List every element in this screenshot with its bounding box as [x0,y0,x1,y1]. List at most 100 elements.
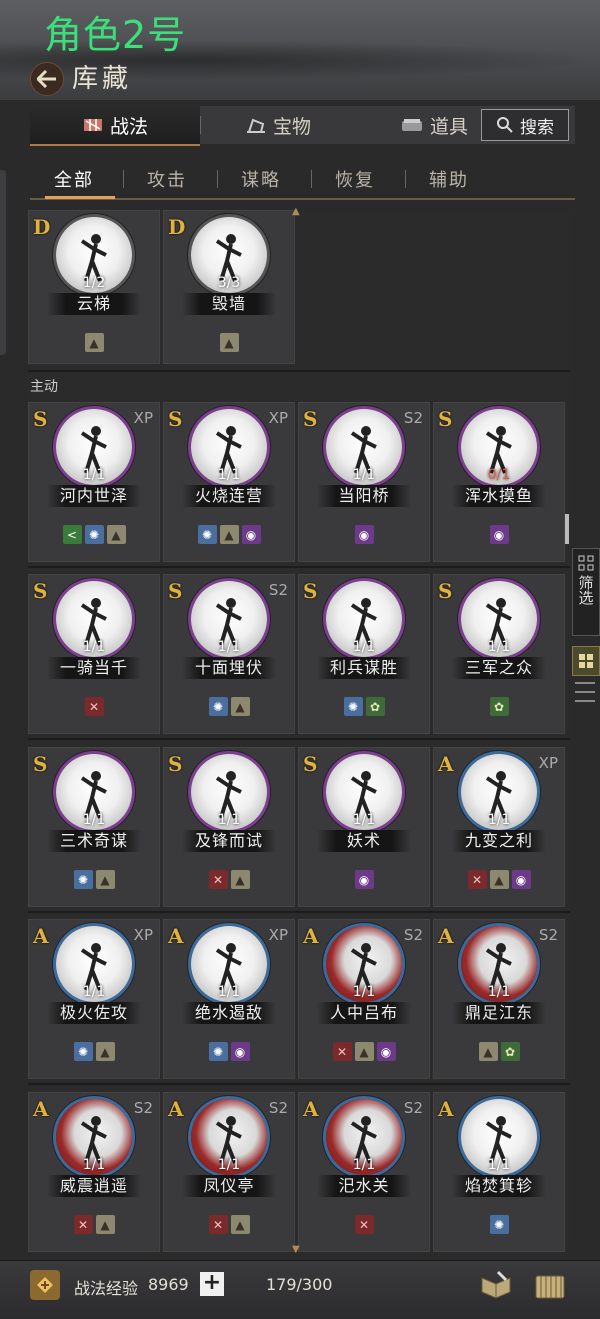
grade-badge: S [33,407,48,431]
storage-button[interactable] [532,1268,568,1302]
bag-icon: ▲ [106,525,126,544]
tactic-count: 1/1 [487,639,511,655]
subtab-support[interactable]: 辅助 [429,166,469,192]
tactic-card[interactable]: A XP 1/1 九变之利 ✕ ▲ ◉ [433,747,565,907]
grade-badge: A [303,924,319,948]
tactic-count: 1/1 [82,639,106,655]
tactic-card[interactable]: S XP 1/1 火烧连营 ✺ ▲ ◉ [163,402,295,562]
troop-icon: < [62,525,82,544]
tactic-card[interactable]: D 3/3 毁墙 ▲ [163,210,295,364]
tactic-type-icons: ▲ [164,333,294,352]
scroll-down-icon[interactable]: ▼ [292,1244,300,1255]
section-label: 主动 [30,379,58,395]
tactic-count: 1/1 [352,812,376,828]
tactic-count: 1/1 [352,1157,376,1173]
bag-icon: ▲ [219,525,239,544]
tactic-card[interactable]: A XP 1/1 绝水遏敌 ✺ ◉ [163,919,295,1079]
tab-zhanfa[interactable]: 战法 [30,106,200,146]
grade-badge: A [303,1097,319,1121]
side-handle[interactable] [0,170,6,355]
exp-value: 8969 [148,1275,189,1294]
grade-badge: A [33,924,49,948]
book-sort-button[interactable] [478,1268,514,1302]
grade-badge: A [168,1097,184,1121]
scroll-up-icon[interactable]: ▲ [292,206,300,217]
attack-icon: ✕ [84,697,104,716]
attack-icon: ✕ [73,1215,93,1234]
tactic-name: 绝水遏敌 [182,1002,276,1024]
filter-button[interactable]: 筛选 [572,548,600,636]
tactic-card[interactable]: S 1/1 三军之众 ✿ [433,574,565,734]
scroll-icon [83,119,102,131]
tab-baowu[interactable]: 宝物 [245,106,311,144]
tactic-card[interactable]: S 1/1 及锋而试 ✕ ▲ [163,747,295,907]
tactic-card[interactable]: A S2 1/1 人中吕布 ✕ ▲ ◉ [298,919,430,1079]
role-title: 角色2号 [44,13,187,57]
attack-icon: ✕ [354,1215,374,1234]
tactic-card[interactable]: S 0/1 浑水摸鱼 ◉ [433,402,565,562]
back-button[interactable] [30,62,64,96]
scrollbar[interactable] [565,514,569,544]
bag-icon: ▲ [219,333,239,352]
tactic-card[interactable]: S 1/1 妖术 ◉ [298,747,430,907]
grade-badge: S [33,752,48,776]
tactic-card[interactable]: A S2 1/1 汜水关 ✕ [298,1092,430,1252]
bag-icon: ▲ [354,1042,374,1061]
tactic-card[interactable]: S 1/1 利兵谋胜 ✺ ✿ [298,574,430,734]
season-tag: XP [268,926,288,944]
attack-icon: ✕ [208,870,228,889]
attack-icon: ✕ [467,870,487,889]
tactic-count: 1/1 [352,467,376,483]
subtab-attack[interactable]: 攻击 [147,166,187,192]
tactic-name: 凤仪亭 [182,1175,276,1197]
tactic-count: 1/1 [217,467,241,483]
season-tag: S2 [268,581,288,599]
grade-badge: A [438,924,454,948]
tactic-count: 1/2 [82,275,106,291]
strategy-icon: ✺ [489,1215,509,1234]
list-view-button[interactable] [575,682,595,702]
grade-badge: S [168,579,183,603]
tactic-card[interactable]: S S2 1/1 十面埋伏 ✺ ▲ [163,574,295,734]
subtab-strategy[interactable]: 谋略 [241,166,281,192]
bag-icon: ▲ [95,1215,115,1234]
grid-view-button[interactable] [572,646,600,676]
tab-baowu-label: 宝物 [273,115,312,138]
grade-badge: S [438,407,453,431]
strategy-icon: ✺ [73,870,93,889]
subtab-recovery[interactable]: 恢复 [335,166,375,192]
tactic-card[interactable]: A XP 1/1 极火佐攻 ✺ ▲ [28,919,160,1079]
tactic-count: 1/1 [352,639,376,655]
tactic-name: 九变之利 [452,830,546,852]
tactic-card[interactable]: S 1/1 一骑当千 ✕ [28,574,160,734]
tactic-card[interactable]: A S2 1/1 凤仪亭 ✕ ▲ [163,1092,295,1252]
tactic-name: 人中吕布 [317,1002,411,1024]
tactic-card[interactable]: S S2 1/1 当阳桥 ◉ [298,402,430,562]
tactic-card[interactable]: A S2 1/1 威震逍遥 ✕ ▲ [28,1092,160,1252]
season-tag: S2 [403,1099,423,1117]
skill-icon: ◉ [354,870,374,889]
tactic-card[interactable]: A S2 1/1 鼎足江东 ▲ ✿ [433,919,565,1079]
add-exp-button[interactable]: + [200,1272,224,1296]
tactics-list[interactable]: D 1/2 云梯 ▲ D 3/3 毁墙 ▲ S XP 1/1 河内世泽 < ✺ ▲ … [28,210,570,1252]
tactic-name: 一骑当千 [47,657,141,679]
tab-daoju[interactable]: 道具 [400,106,468,144]
grade-badge: A [438,752,454,776]
tactic-name: 鼎足江东 [452,1002,546,1024]
grade-badge: S [438,579,453,603]
filter-tabs: 全部 攻击 谋略 恢复 辅助 [30,158,575,198]
search-button[interactable]: 搜索 [481,109,569,141]
tactic-name: 及锋而试 [182,830,276,852]
strategy-icon: ✺ [73,1042,93,1061]
tactic-card[interactable]: S XP 1/1 河内世泽 < ✺ ▲ [28,402,160,562]
grid-view-icon [579,654,593,668]
tactic-name: 火烧连营 [182,485,276,507]
tactic-card[interactable]: S 1/1 三术奇谋 ✺ ▲ [28,747,160,907]
tactic-name: 十面埋伏 [182,657,276,679]
capacity-counter: 179/300 [266,1275,333,1294]
tactic-card[interactable]: D 1/2 云梯 ▲ [28,210,160,364]
tactic-card[interactable]: A 1/1 焰焚箕轸 ✺ [433,1092,565,1252]
grade-badge: S [168,407,183,431]
bag-icon: ▲ [230,870,250,889]
subtab-all[interactable]: 全部 [54,166,94,192]
